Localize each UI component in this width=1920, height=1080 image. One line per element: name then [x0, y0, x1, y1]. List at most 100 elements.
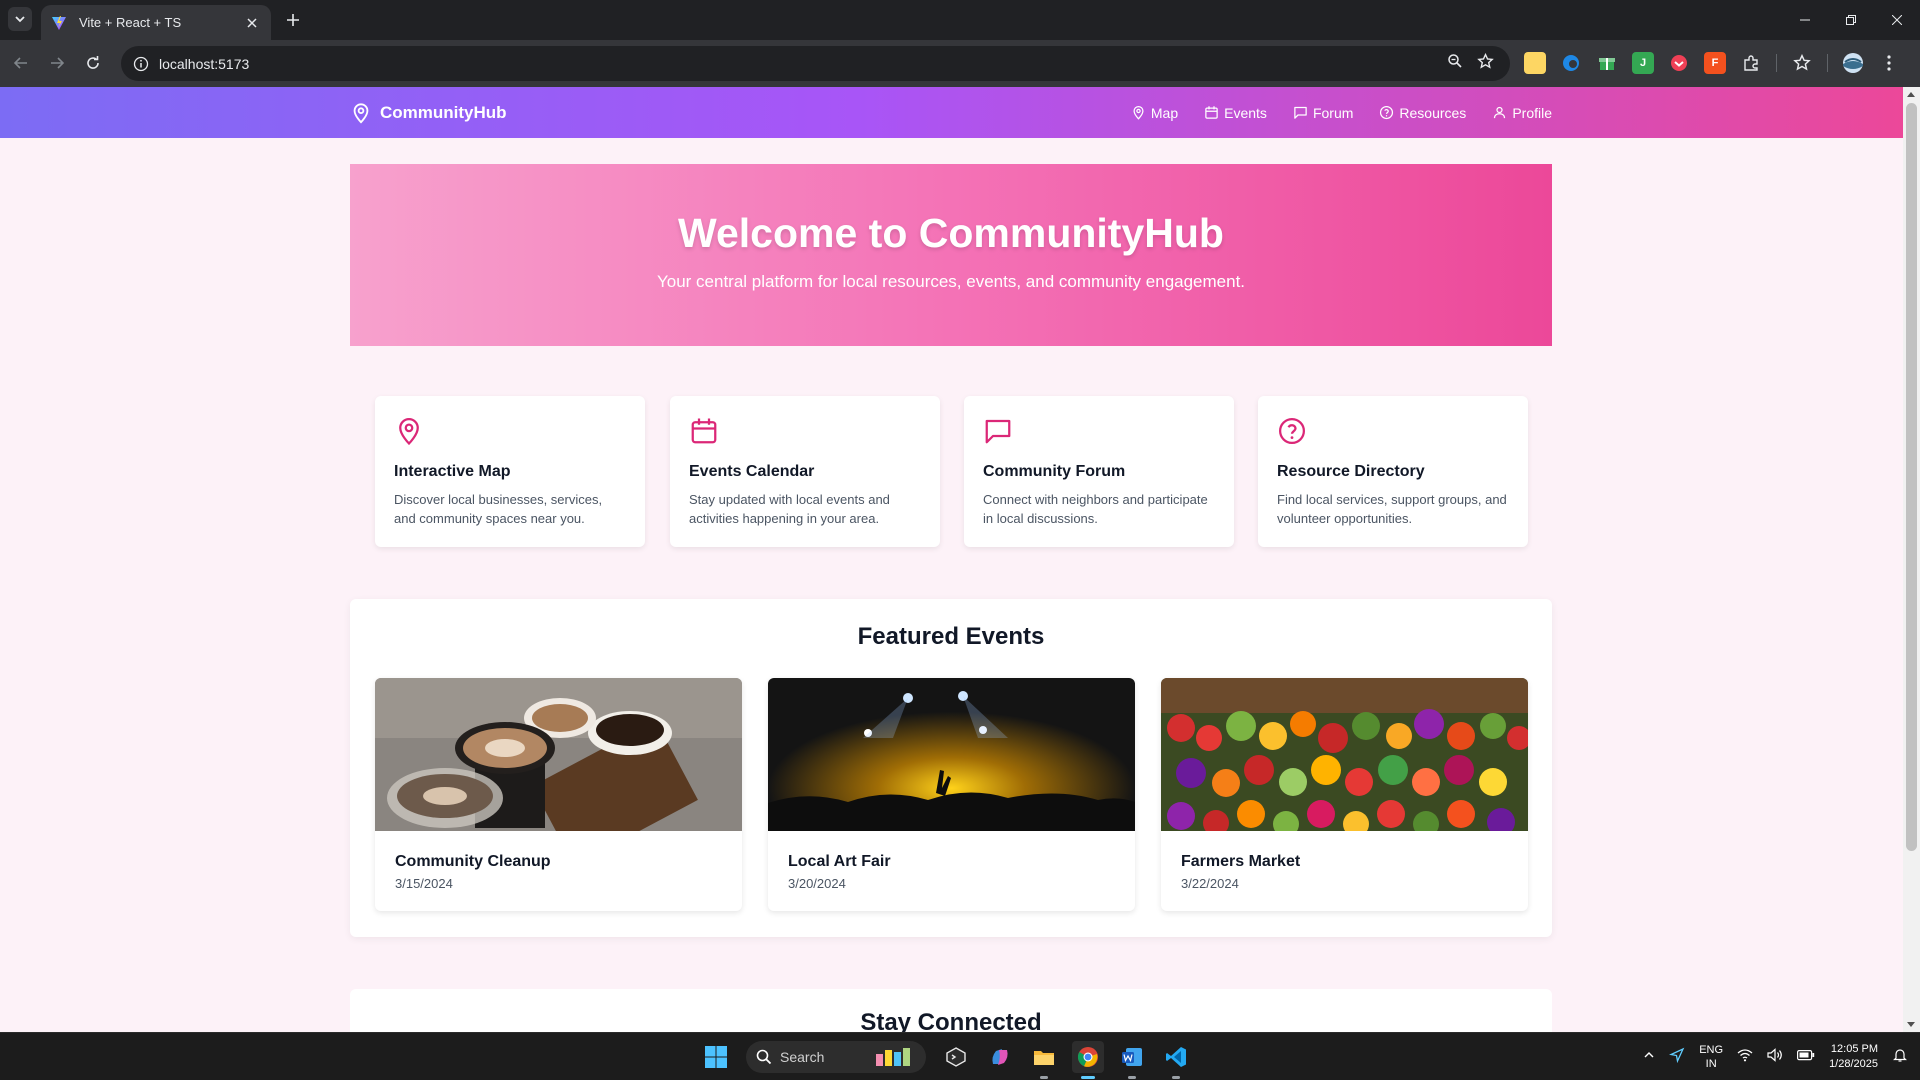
- windows-taskbar: Search ENG IN 12:05 PM 1/28/2025: [0, 1032, 1920, 1080]
- more-menu-icon[interactable]: [1878, 52, 1900, 74]
- event-card[interactable]: Farmers Market 3/22/2024: [1161, 678, 1528, 911]
- nav-link-label: Map: [1150, 104, 1179, 121]
- bookmark-star-icon[interactable]: [1477, 52, 1494, 75]
- toolbar-separator: [1827, 54, 1828, 72]
- main-nav: Map Events Forum Resources Profile: [1131, 87, 1552, 138]
- taskbar-search-label: Search: [780, 1049, 825, 1065]
- feature-card-resources[interactable]: Resource Directory Find local services, …: [1258, 396, 1528, 547]
- word-app-icon[interactable]: [1116, 1041, 1148, 1079]
- start-button[interactable]: [700, 1041, 732, 1073]
- tab-search-dropdown-button[interactable]: [8, 7, 32, 31]
- event-name: Local Art Fair: [788, 853, 891, 870]
- event-card[interactable]: Community Cleanup 3/15/2024: [375, 678, 742, 911]
- restore-icon: [1846, 15, 1856, 25]
- location-arrow-icon[interactable]: [1669, 1047, 1685, 1068]
- minimize-icon: [1800, 19, 1810, 21]
- wifi-icon[interactable]: [1737, 1048, 1753, 1067]
- section-heading: Stay Connected: [860, 1009, 1042, 1032]
- copilot-app-icon[interactable]: [984, 1041, 1016, 1073]
- arrow-right-icon: [51, 57, 65, 69]
- nav-link-label: Forum: [1312, 104, 1354, 121]
- feature-card-map[interactable]: Interactive Map Discover local businesse…: [375, 396, 645, 547]
- nav-link-resources[interactable]: Resources: [1379, 105, 1466, 121]
- nav-link-map[interactable]: Map: [1131, 105, 1178, 121]
- message-square-icon: [985, 419, 1011, 444]
- page-scrollbar[interactable]: [1903, 87, 1920, 1032]
- browser-tab[interactable]: Vite + React + TS: [41, 5, 271, 40]
- clock[interactable]: 12:05 PM 1/28/2025: [1829, 1042, 1878, 1072]
- battery-icon[interactable]: [1797, 1048, 1815, 1066]
- features-section: Interactive Map Discover local businesse…: [350, 346, 1552, 586]
- toolbar-separator: [1776, 54, 1777, 72]
- nav-link-label: Events: [1224, 104, 1267, 121]
- map-pin-icon: [353, 103, 369, 124]
- file-explorer-app-icon[interactable]: [1028, 1041, 1060, 1079]
- search-icon: [756, 1049, 772, 1065]
- terminal-app-icon[interactable]: [940, 1041, 972, 1073]
- address-bar[interactable]: localhost:5173: [121, 46, 1510, 81]
- scrollbar-thumb[interactable]: [1906, 103, 1917, 851]
- clock-date: 1/28/2025: [1829, 1058, 1878, 1070]
- pocket-extension-icon[interactable]: [1668, 52, 1690, 74]
- profile-avatar[interactable]: [1842, 52, 1864, 74]
- brand-logo[interactable]: CommunityHub: [350, 101, 507, 125]
- zoom-icon[interactable]: [1447, 53, 1463, 74]
- show-hidden-icons-chevron-icon[interactable]: [1643, 1048, 1655, 1066]
- close-window-button[interactable]: [1874, 0, 1920, 40]
- arrow-left-icon: [13, 57, 27, 69]
- clock-time: 12:05 PM: [1830, 1043, 1878, 1055]
- event-name: Community Cleanup: [395, 853, 551, 870]
- minimize-button[interactable]: [1782, 0, 1828, 40]
- scroll-up-arrow[interactable]: [1907, 92, 1915, 97]
- notification-bell-icon[interactable]: [1892, 1047, 1908, 1068]
- url-text: localhost:5173: [159, 55, 250, 72]
- site-info-icon[interactable]: [131, 54, 151, 74]
- event-date: 3/22/2024: [1181, 876, 1239, 891]
- puzzle-extensions-icon[interactable]: [1740, 52, 1762, 74]
- user-icon: [1494, 106, 1506, 119]
- hero-banner: Welcome to CommunityHub Your central pla…: [350, 164, 1552, 346]
- reload-icon: [87, 56, 99, 69]
- feature-card-forum[interactable]: Community Forum Connect with neighbors a…: [964, 396, 1234, 547]
- running-indicator: [1172, 1076, 1180, 1079]
- reload-button[interactable]: [82, 52, 104, 74]
- calendar-icon: [1205, 106, 1218, 119]
- notes-extension-icon[interactable]: [1524, 52, 1546, 74]
- event-card[interactable]: Local Art Fair 3/20/2024: [768, 678, 1135, 911]
- stay-connected-section: Stay Connected: [350, 989, 1552, 1032]
- language-region: IN: [1705, 1058, 1717, 1070]
- taskbar-search-box[interactable]: Search: [746, 1041, 926, 1073]
- feature-title: Interactive Map: [394, 463, 511, 480]
- nav-link-forum[interactable]: Forum: [1293, 105, 1353, 121]
- vscode-app-icon[interactable]: [1160, 1041, 1192, 1079]
- back-button[interactable]: [10, 52, 32, 74]
- event-date: 3/15/2024: [395, 876, 453, 891]
- j-extension-icon[interactable]: J: [1632, 52, 1654, 74]
- new-tab-button[interactable]: [283, 10, 303, 30]
- hero-title: Welcome to CommunityHub: [678, 210, 1224, 256]
- feature-description: Discover local businesses, services, and…: [394, 492, 603, 526]
- scroll-down-arrow[interactable]: [1907, 1022, 1915, 1027]
- feature-description: Connect with neighbors and participate i…: [983, 492, 1208, 526]
- edge-extension-icon[interactable]: [1560, 52, 1582, 74]
- close-tab-icon[interactable]: [243, 14, 261, 32]
- system-tray: ENG IN 12:05 PM 1/28/2025: [1643, 1033, 1908, 1080]
- brand-name: CommunityHub: [380, 103, 507, 122]
- input-language-indicator[interactable]: ENG IN: [1699, 1043, 1723, 1071]
- nav-link-events[interactable]: Events: [1204, 105, 1267, 121]
- chrome-app-icon[interactable]: [1072, 1041, 1104, 1079]
- search-highlight-icon: [876, 1048, 910, 1066]
- feature-card-events[interactable]: Events Calendar Stay updated with local …: [670, 396, 940, 547]
- window-controls: [1782, 0, 1920, 40]
- vegetable-market-image: [1161, 678, 1528, 831]
- volume-icon[interactable]: [1767, 1047, 1783, 1067]
- map-pin-icon: [1133, 105, 1144, 120]
- gift-extension-icon[interactable]: [1596, 52, 1618, 74]
- forward-button[interactable]: [46, 52, 68, 74]
- restore-button[interactable]: [1828, 0, 1874, 40]
- bookmarks-icon[interactable]: [1791, 52, 1813, 74]
- app-navbar: CommunityHub Map Events Forum Resources …: [0, 87, 1903, 138]
- nav-link-profile[interactable]: Profile: [1492, 105, 1552, 121]
- flag-extension-icon[interactable]: F: [1704, 52, 1726, 74]
- browser-tab-bar: Vite + React + TS: [0, 0, 1920, 40]
